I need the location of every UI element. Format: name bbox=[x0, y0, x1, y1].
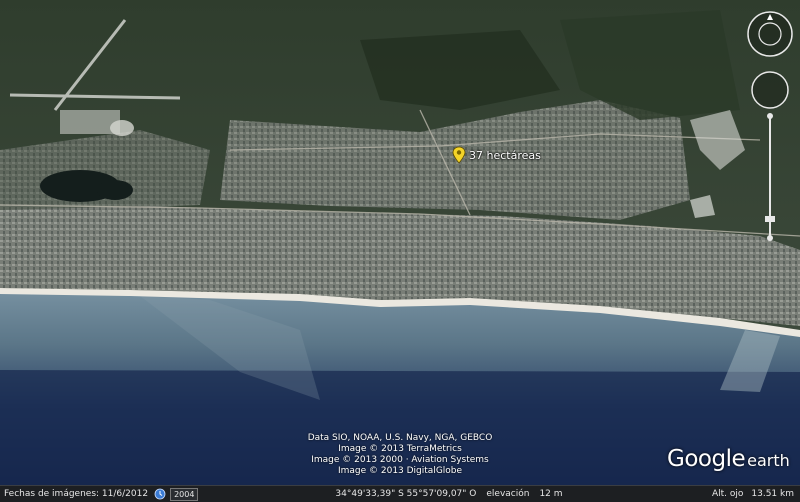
status-bar: Fechas de imágenes: 11/6/2012 2004 34°49… bbox=[0, 485, 800, 502]
attribution-line: Data SIO, NOAA, U.S. Navy, NGA, GEBCO bbox=[307, 433, 493, 443]
placemark[interactable]: 37 hectáreas bbox=[452, 146, 541, 164]
look-compass-icon[interactable] bbox=[744, 8, 796, 258]
elevation-label: elevación bbox=[486, 489, 530, 499]
elevation-value: 12 m bbox=[539, 489, 563, 499]
eye-altitude-value: 13.51 km bbox=[751, 489, 794, 499]
yellow-pushpin-icon[interactable] bbox=[452, 146, 466, 164]
historical-year-button[interactable]: 2004 bbox=[170, 487, 199, 501]
imagery-date: Fechas de imágenes: 11/6/2012 bbox=[4, 489, 149, 499]
placemark-label[interactable]: 37 hectáreas bbox=[469, 149, 541, 162]
eye-altitude-label: Alt. ojo bbox=[711, 489, 744, 499]
earth-view[interactable]: 37 hectáreas Data SIO, NOAA, U.S. Navy, … bbox=[0, 0, 800, 502]
coordinates-readout: 34°49'33,39" S 55°57'09,07" O bbox=[335, 489, 477, 499]
google-earth-logo: Google earth bbox=[667, 446, 790, 472]
clock-icon[interactable] bbox=[154, 488, 166, 500]
satellite-imagery[interactable] bbox=[0, 0, 800, 502]
